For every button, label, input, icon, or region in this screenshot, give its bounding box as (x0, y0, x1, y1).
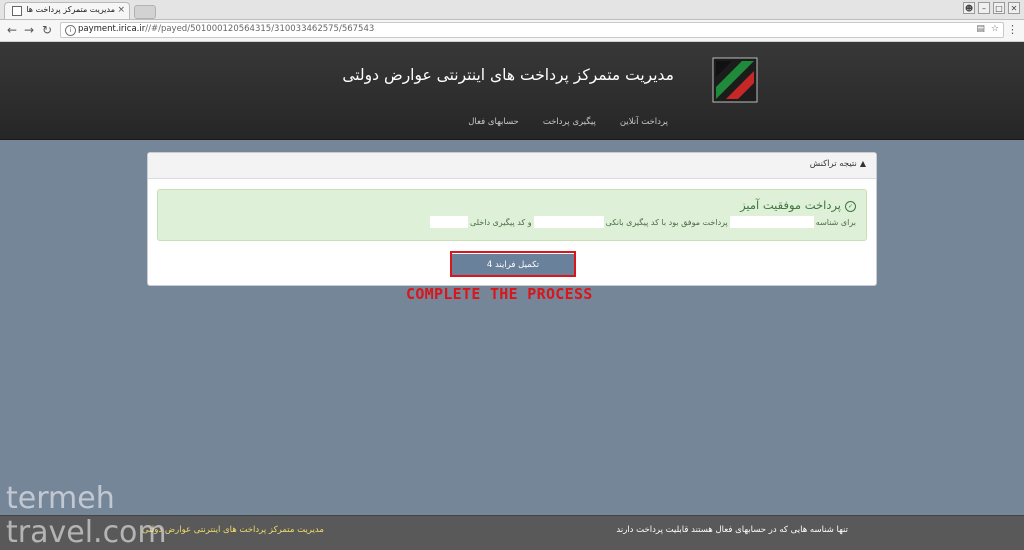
maximize-icon[interactable]: □ (993, 2, 1005, 14)
alert-text-bank: پرداخت موفق بود با کد پیگیری بانکی (605, 217, 728, 227)
highlight-box (450, 251, 576, 277)
success-alert: ✓ پرداخت موفقیت آمیز برای شناسه پرداخت مو… (157, 189, 867, 241)
reload-icon[interactable]: ↻ (42, 23, 52, 37)
alert-title: پرداخت موفقیت آمیز (740, 198, 841, 212)
main-nav: پرداخت آنلاین پیگیری پرداخت حسابهای فعال (468, 117, 668, 127)
footer-site-link[interactable]: مدیریت متمرکز پرداخت های اینترنتی عوارض … (142, 525, 324, 535)
translate-icon[interactable]: ▤ (976, 24, 985, 34)
site-title: مدیریت متمرکز پرداخت های اینترنتی عوارض … (342, 66, 674, 84)
site-footer: مدیریت متمرکز پرداخت های اینترنتی عوارض … (0, 515, 1024, 550)
forward-arrow-icon[interactable]: → (24, 23, 34, 37)
site-info-icon[interactable]: i (65, 25, 76, 36)
panel-heading: ▲نتیجه تراکنش (148, 153, 876, 179)
nav-online-payment[interactable]: پرداخت آنلاین (620, 117, 668, 127)
bell-icon: ▲ (859, 159, 866, 168)
panel-heading-label: نتیجه تراکنش (809, 159, 857, 169)
footer-note: تنها شناسه هایی که در حسابهای فعال هستند… (616, 525, 848, 535)
alert-message: برای شناسه پرداخت موفق بود با کد پیگیری … (429, 216, 856, 228)
tab-title: مدیریت متمرکز پرداخت های (27, 5, 115, 14)
nav-track-payment[interactable]: پیگیری پرداخت (543, 117, 596, 127)
close-window-icon[interactable]: ✕ (1008, 2, 1020, 14)
browser-tab[interactable]: مدیریت متمرکز پرداخت های × (4, 2, 130, 19)
site-logo-icon (712, 57, 758, 103)
alert-text-internal: و کد پیگیری داخلی (469, 217, 532, 227)
address-bar[interactable]: i payment.irica.ir//#/payed/501000120564… (60, 22, 1004, 38)
nav-active-accounts[interactable]: حسابهای فعال (468, 117, 519, 127)
internal-tracking-code-field (429, 216, 468, 228)
check-circle-icon: ✓ (845, 201, 856, 212)
payment-id-field (729, 216, 814, 228)
annotation-caption: COMPLETE THE PROCESS (406, 285, 593, 303)
bookmark-star-icon[interactable]: ☆ (991, 24, 999, 34)
browser-toolbar: ← → ↻ i payment.irica.ir//#/payed/501000… (0, 20, 1024, 42)
window-controls: ☻ – □ ✕ (963, 2, 1020, 14)
browser-menu-icon[interactable]: ⋮ (1007, 23, 1018, 36)
minimize-icon[interactable]: – (978, 2, 990, 14)
alert-text-id: برای شناسه (815, 217, 856, 227)
new-tab-button[interactable] (134, 5, 156, 19)
back-arrow-icon[interactable]: ← (7, 23, 17, 37)
bank-tracking-code-field (533, 216, 604, 228)
watermark-line1: termeh (6, 481, 115, 516)
close-tab-icon[interactable]: × (117, 5, 125, 15)
site-header: مدیریت متمرکز پرداخت های اینترنتی عوارض … (0, 42, 1024, 140)
page-favicon-icon (12, 6, 22, 16)
browser-tab-bar: مدیریت متمرکز پرداخت های × ☻ – □ ✕ (0, 0, 1024, 20)
user-icon[interactable]: ☻ (963, 2, 975, 14)
url-text: payment.irica.ir//#/payed/50100012056431… (78, 24, 375, 34)
